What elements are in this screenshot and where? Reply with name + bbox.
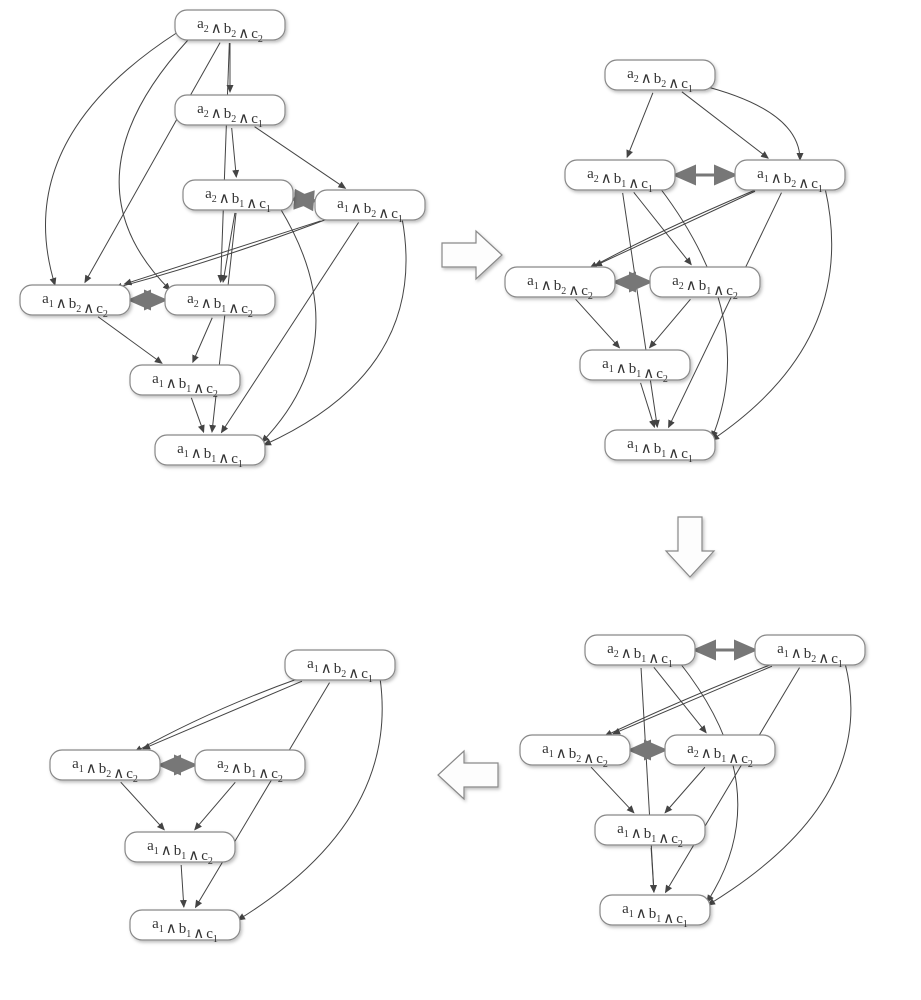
edge <box>195 782 235 829</box>
edge <box>708 663 851 905</box>
edge <box>221 43 230 282</box>
edge <box>195 683 329 908</box>
transition-arrow-down <box>666 517 714 577</box>
edge <box>665 668 799 893</box>
edge <box>98 317 162 363</box>
edge <box>613 666 772 734</box>
edge <box>605 663 775 736</box>
edge <box>641 383 655 427</box>
edge <box>700 85 800 160</box>
edge <box>712 188 832 440</box>
edge <box>143 681 302 749</box>
edge <box>264 218 406 445</box>
edge <box>221 223 358 433</box>
edge <box>255 127 346 189</box>
edge <box>296 199 312 200</box>
edge <box>651 848 654 892</box>
edge <box>654 667 706 732</box>
edge <box>85 43 220 283</box>
diagram-canvas: a2∧b2∧c2a2∧b2∧c1a2∧b1∧c1a1∧b2∧c1a1∧b2∧c2… <box>0 0 921 1000</box>
edge <box>595 191 755 265</box>
edge <box>119 40 188 290</box>
edge <box>191 398 203 432</box>
edge <box>262 208 316 442</box>
edge <box>682 92 768 158</box>
panel-P2_top_right: a2∧b2∧c1a2∧b1∧c1a1∧b2∧c1a1∧b2∧c2a2∧b1∧c2… <box>505 60 845 465</box>
edge <box>135 678 300 752</box>
edge <box>193 318 212 363</box>
panel-P3_bottom_right: a2∧b1∧c1a1∧b2∧c1a1∧b2∧c2a2∧b1∧c2a1∧b1∧c2… <box>520 635 865 930</box>
edge <box>121 782 165 830</box>
edge <box>591 767 634 813</box>
edge <box>680 663 738 902</box>
edge <box>660 188 728 438</box>
panel-P4_bottom_left: a1∧b2∧c1a1∧b2∧c2a2∧b1∧c2a1∧b1∧c2a1∧b1∧c1 <box>50 650 395 945</box>
panel-P1_top_left: a2∧b2∧c2a2∧b2∧c1a2∧b1∧c1a1∧b2∧c1a1∧b2∧c2… <box>20 10 425 470</box>
edge <box>634 192 691 264</box>
transition-arrow-right <box>442 231 502 279</box>
edge <box>665 767 705 812</box>
edge <box>223 213 235 282</box>
edge <box>45 32 178 285</box>
edge <box>232 128 237 177</box>
transition-arrow-left <box>438 751 498 799</box>
edge <box>623 193 658 427</box>
edge <box>181 865 184 907</box>
edge <box>650 299 691 347</box>
edge <box>627 93 653 157</box>
edge <box>576 299 620 348</box>
